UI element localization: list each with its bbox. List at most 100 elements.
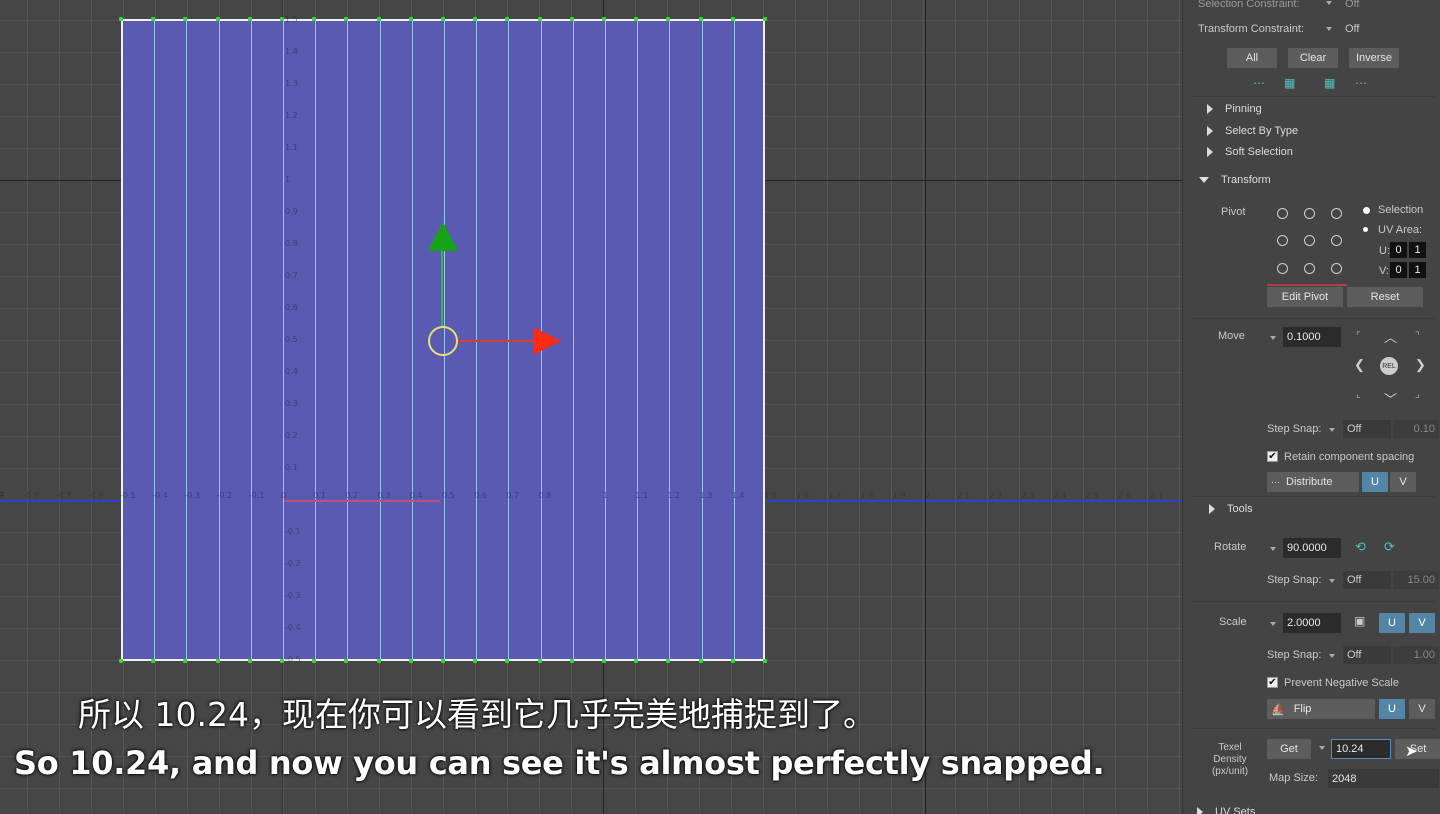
uv-vertex[interactable]: [698, 17, 703, 21]
move-right-icon[interactable]: ❯: [1415, 357, 1426, 373]
uv-vertex[interactable]: [312, 17, 317, 21]
scale-v-button[interactable]: V: [1409, 613, 1435, 633]
pivot-v-max-field[interactable]: 1: [1409, 262, 1426, 278]
uv-vertex[interactable]: [634, 659, 639, 663]
transform-constraint-value[interactable]: Off: [1345, 23, 1359, 35]
move-u-handle-shaft[interactable]: [457, 340, 537, 342]
flip-u-button[interactable]: U: [1379, 699, 1405, 719]
rotate-step-snap-dropdown-icon[interactable]: [1329, 579, 1335, 583]
uv-edge[interactable]: [605, 21, 606, 659]
uv-vertex[interactable]: [666, 17, 671, 21]
uv-editor-viewport[interactable]: 0.9 -0.8 -0.7 -0.6 -0.5 -0.4 -0.3 -0.2 -0.1 0 0.1 0…: [0, 0, 1182, 814]
uv-vertex[interactable]: [763, 17, 767, 21]
map-size-field[interactable]: 2048: [1328, 769, 1439, 788]
scale-step-snap-dropdown-icon[interactable]: [1329, 654, 1335, 658]
pivot-u-max-field[interactable]: 1: [1409, 242, 1426, 258]
texel-density-field[interactable]: 10.24: [1331, 739, 1391, 759]
uv-edge[interactable]: [701, 21, 703, 659]
select-grid-icon[interactable]: ▦: [1324, 76, 1335, 90]
retain-spacing-checkbox[interactable]: ✔: [1267, 451, 1278, 462]
scale-u-button[interactable]: U: [1379, 613, 1405, 633]
uv-vertex[interactable]: [344, 17, 349, 21]
section-transform[interactable]: Transform: [1199, 170, 1271, 190]
uv-vertex[interactable]: [473, 17, 478, 21]
uv-vertex[interactable]: [119, 659, 123, 663]
uv-vertex[interactable]: [408, 659, 413, 663]
flip-v-button[interactable]: V: [1409, 699, 1435, 719]
rotate-cw-icon[interactable]: ⟳: [1384, 539, 1395, 555]
uv-edge[interactable]: [315, 21, 317, 659]
uv-vertex[interactable]: [602, 659, 606, 663]
select-border-icon[interactable]: ⋯: [1253, 76, 1265, 90]
move-down-icon[interactable]: ﹀: [1384, 389, 1397, 408]
rotate-dropdown-icon[interactable]: [1270, 547, 1276, 551]
select-all-button[interactable]: All: [1227, 48, 1277, 68]
uv-edge[interactable]: [411, 21, 413, 659]
pivot-position-radio[interactable]: [1304, 208, 1315, 219]
move-up-left-icon[interactable]: ⌜: [1356, 331, 1361, 342]
uv-vertex[interactable]: [763, 659, 767, 663]
edit-pivot-button[interactable]: Edit Pivot: [1267, 287, 1343, 307]
uv-vertex[interactable]: [280, 17, 284, 21]
pivot-reset-button[interactable]: Reset: [1347, 287, 1423, 307]
move-up-icon[interactable]: ︿: [1384, 327, 1397, 346]
uv-edge[interactable]: [154, 21, 156, 659]
uv-edge[interactable]: [283, 21, 284, 659]
pivot-uv-area-radio[interactable]: [1363, 227, 1368, 232]
uv-vertex[interactable]: [183, 659, 188, 663]
move-u-arrow-icon[interactable]: [533, 327, 561, 355]
uv-vertex[interactable]: [505, 17, 510, 21]
move-relative-button[interactable]: REL: [1380, 357, 1398, 375]
move-dropdown-icon[interactable]: [1270, 336, 1276, 340]
select-clear-button[interactable]: Clear: [1288, 48, 1338, 68]
uv-edge[interactable]: [669, 21, 671, 659]
section-uv-sets[interactable]: UV Sets: [1197, 802, 1255, 814]
move-amount-field[interactable]: 0.1000: [1283, 327, 1341, 347]
move-step-snap-dropdown-icon[interactable]: [1329, 428, 1335, 432]
pivot-position-radio[interactable]: [1277, 235, 1288, 246]
select-edge-loop-icon[interactable]: ⋯: [1355, 76, 1367, 90]
rotate-ccw-icon[interactable]: ⟲: [1355, 539, 1366, 555]
pivot-position-radio[interactable]: [1331, 208, 1342, 219]
texel-get-button[interactable]: Get: [1267, 739, 1311, 759]
uv-vertex[interactable]: [247, 17, 252, 21]
uv-edge[interactable]: [218, 21, 220, 659]
pivot-position-radio[interactable]: [1277, 208, 1288, 219]
select-shell-icon[interactable]: ▦: [1284, 76, 1295, 90]
distribute-button[interactable]: ⋯ Distribute: [1267, 472, 1359, 492]
uv-vertex[interactable]: [730, 17, 735, 21]
texel-dropdown-icon[interactable]: [1319, 746, 1325, 750]
uv-vertex[interactable]: [376, 659, 381, 663]
move-left-icon[interactable]: ❮: [1354, 357, 1365, 373]
uv-edge[interactable]: [347, 21, 349, 659]
uv-vertex[interactable]: [730, 659, 735, 663]
rotate-step-snap-value[interactable]: Off: [1343, 571, 1391, 589]
pivot-position-radio[interactable]: [1304, 263, 1315, 274]
scale-step-snap-value[interactable]: Off: [1343, 646, 1391, 664]
uv-edge[interactable]: [250, 21, 252, 659]
rotate-amount-field[interactable]: 90.0000: [1283, 538, 1341, 558]
scale-step-snap-amount[interactable]: 1.00: [1393, 646, 1439, 664]
uv-vertex[interactable]: [280, 659, 284, 663]
uv-vertex[interactable]: [215, 17, 220, 21]
uv-vertex[interactable]: [473, 659, 478, 663]
pivot-position-radio[interactable]: [1331, 235, 1342, 246]
uv-vertex[interactable]: [344, 659, 349, 663]
move-down-left-icon[interactable]: ⌞: [1356, 389, 1361, 400]
flip-button[interactable]: ⛵ Flip: [1267, 699, 1375, 719]
uv-vertex[interactable]: [183, 17, 188, 21]
uv-vertex[interactable]: [537, 17, 542, 21]
uv-vertex[interactable]: [569, 659, 574, 663]
move-v-arrow-icon[interactable]: [428, 222, 458, 251]
uv-edge[interactable]: [572, 21, 574, 659]
section-pinning[interactable]: Pinning: [1207, 99, 1262, 119]
uv-vertex[interactable]: [666, 659, 671, 663]
move-up-right-icon[interactable]: ⌝: [1415, 331, 1420, 342]
scale-amount-field[interactable]: 2.0000: [1283, 613, 1341, 633]
pivot-position-radio[interactable]: [1277, 263, 1288, 274]
uv-edge[interactable]: [733, 21, 735, 659]
uv-vertex[interactable]: [505, 659, 510, 663]
prevent-negative-scale-checkbox[interactable]: ✔: [1267, 677, 1278, 688]
rotate-step-snap-amount[interactable]: 15.00: [1393, 571, 1439, 589]
select-inverse-button[interactable]: Inverse: [1349, 48, 1399, 68]
